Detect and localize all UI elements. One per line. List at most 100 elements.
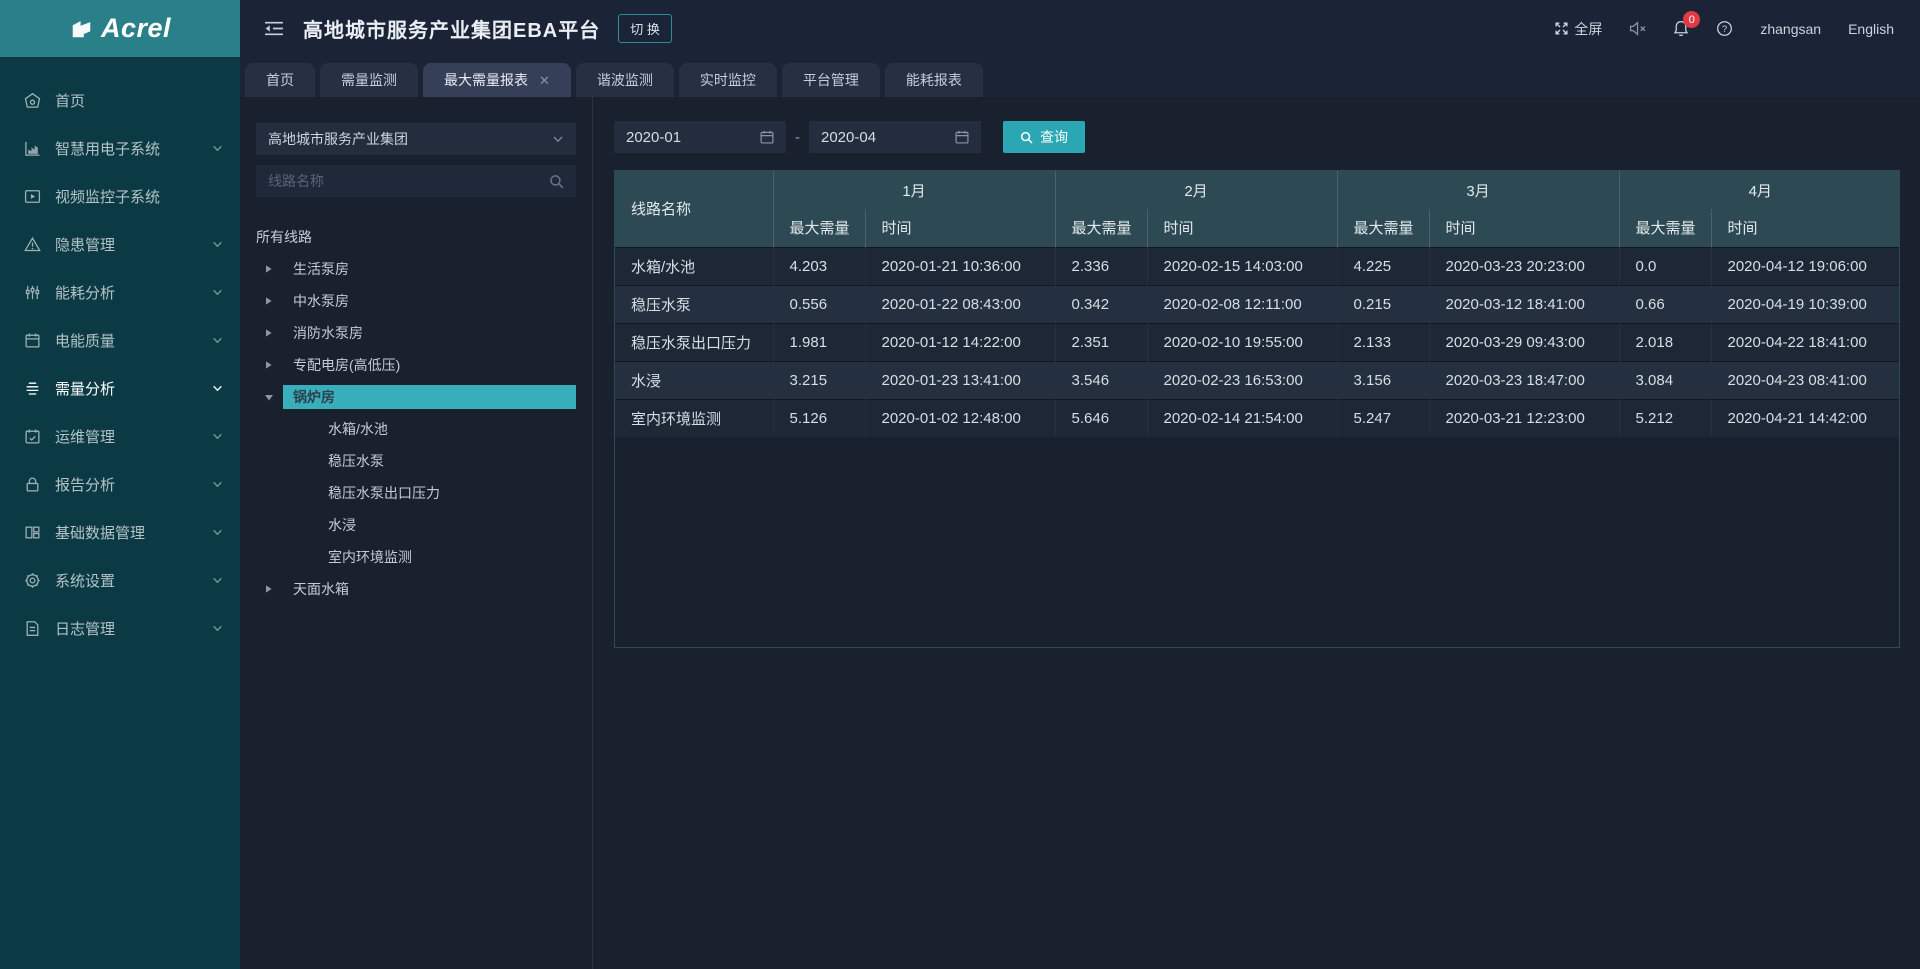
end-date-value: 2020-04 <box>821 129 876 146</box>
caret-right-icon[interactable] <box>264 264 283 274</box>
sidebar-item-list[interactable]: 需量分析 <box>0 364 240 412</box>
caret-right-icon[interactable] <box>264 360 283 370</box>
tree-node-label: 消防水泵房 <box>283 321 373 346</box>
tab-4[interactable]: 谐波监测 <box>576 63 674 97</box>
sidebar-item-warning[interactable]: 隐患管理 <box>0 220 240 268</box>
chevron-down-icon <box>212 479 223 490</box>
collapse-sidebar-icon[interactable] <box>264 20 284 37</box>
language-switch[interactable]: English <box>1848 21 1894 37</box>
max-demand-cell: 0.215 <box>1337 285 1429 323</box>
tree-node[interactable]: 室内环境监测 <box>256 541 576 573</box>
chevron-down-icon <box>212 287 223 298</box>
speaker-muted-icon <box>1629 21 1646 36</box>
tab-2[interactable]: 需量监测 <box>320 63 418 97</box>
tree-node[interactable]: 天面水箱 <box>256 573 576 605</box>
switch-button[interactable]: 切 换 <box>618 14 672 43</box>
max-demand-cell: 5.212 <box>1619 399 1711 437</box>
sidebar-item-calendar[interactable]: 电能质量 <box>0 316 240 364</box>
tab-5[interactable]: 实时监控 <box>679 63 777 97</box>
time-cell: 2020-04-21 14:42:00 <box>1711 399 1900 437</box>
video-icon <box>24 187 42 205</box>
line-name-cell: 水浸 <box>615 361 773 399</box>
sidebar-item-home[interactable]: 首页 <box>0 76 240 124</box>
help-icon: ? <box>1716 20 1733 37</box>
start-date-picker[interactable]: 2020-01 <box>614 121 786 153</box>
sidebar-item-label: 基础数据管理 <box>55 522 145 543</box>
tab-label: 能耗报表 <box>906 70 962 90</box>
table-row: 水浸3.2152020-01-23 13:41:003.5462020-02-2… <box>615 361 1900 399</box>
fullscreen-button[interactable]: 全屏 <box>1554 19 1602 39</box>
sidebar-item-label: 日志管理 <box>55 618 115 639</box>
help-button[interactable]: ? <box>1716 20 1733 37</box>
tree-node[interactable]: 水箱/水池 <box>256 413 576 445</box>
tab-6[interactable]: 平台管理 <box>782 63 880 97</box>
sidebar-item-log[interactable]: 日志管理 <box>0 604 240 652</box>
column-header-month: 3月 <box>1337 171 1619 209</box>
tab-3[interactable]: 最大需量报表 ✕ <box>423 63 571 97</box>
search-icon <box>1020 131 1033 144</box>
line-name-cell: 水箱/水池 <box>615 247 773 285</box>
time-cell: 2020-02-23 16:53:00 <box>1147 361 1337 399</box>
tree-node[interactable]: 锅炉房 <box>256 381 576 413</box>
sidebar-item-lock[interactable]: 报告分析 <box>0 460 240 508</box>
tab-label: 平台管理 <box>803 70 859 90</box>
tree-node[interactable]: 消防水泵房 <box>256 317 576 349</box>
sidebar-item-label: 需量分析 <box>55 378 115 399</box>
tab-label: 最大需量报表 <box>444 70 528 90</box>
query-button[interactable]: 查询 <box>1003 121 1085 153</box>
sidebar-item-calendar-check[interactable]: 运维管理 <box>0 412 240 460</box>
time-cell: 2020-04-19 10:39:00 <box>1711 285 1900 323</box>
tree-node-label: 稳压水泵 <box>318 449 394 474</box>
time-cell: 2020-03-12 18:41:00 <box>1429 285 1619 323</box>
chevron-down-icon <box>212 431 223 442</box>
caret-right-icon[interactable] <box>264 296 283 306</box>
caret-right-icon[interactable] <box>264 584 283 594</box>
sidebar-item-chart[interactable]: 智慧用电子系统 <box>0 124 240 172</box>
max-demand-cell: 2.133 <box>1337 323 1429 361</box>
sidebar-item-database[interactable]: 基础数据管理 <box>0 508 240 556</box>
time-cell: 2020-04-12 19:06:00 <box>1711 247 1900 285</box>
time-cell: 2020-02-10 19:55:00 <box>1147 323 1337 361</box>
caret-down-icon[interactable] <box>264 393 283 402</box>
max-demand-cell: 4.225 <box>1337 247 1429 285</box>
column-header-month: 1月 <box>773 171 1055 209</box>
max-demand-cell: 0.342 <box>1055 285 1147 323</box>
username[interactable]: zhangsan <box>1760 21 1821 37</box>
close-icon[interactable]: ✕ <box>539 74 550 87</box>
caret-right-icon[interactable] <box>264 328 283 338</box>
svg-text:?: ? <box>1722 24 1727 35</box>
time-cell: 2020-01-12 14:22:00 <box>865 323 1055 361</box>
notifications-button[interactable]: 0 <box>1673 20 1689 37</box>
calendar-icon <box>760 130 774 144</box>
tab-7[interactable]: 能耗报表 <box>885 63 983 97</box>
tab-1[interactable]: 首页 <box>245 63 315 97</box>
tree-node[interactable]: 水浸 <box>256 509 576 541</box>
sidebar-item-sliders[interactable]: 能耗分析 <box>0 268 240 316</box>
search-input[interactable] <box>268 173 549 189</box>
end-date-picker[interactable]: 2020-04 <box>809 121 981 153</box>
column-header-month: 4月 <box>1619 171 1900 209</box>
time-cell: 2020-03-21 12:23:00 <box>1429 399 1619 437</box>
tree-node[interactable]: 中水泵房 <box>256 285 576 317</box>
column-header-time: 时间 <box>1147 209 1337 247</box>
tree-node[interactable]: 稳压水泵出口压力 <box>256 477 576 509</box>
header: 高地城市服务产业集团EBA平台 切 换 全屏 <box>240 0 1920 57</box>
max-demand-cell: 3.084 <box>1619 361 1711 399</box>
content: 高地城市服务产业集团 所有线路 生活泵房中水泵房消防水泵房专配电房(高低压)锅炉… <box>240 97 1920 969</box>
mute-button[interactable] <box>1629 21 1646 36</box>
sidebar-item-video[interactable]: 视频监控子系统 <box>0 172 240 220</box>
demand-report-container: 线路名称1月2月3月4月最大需量时间最大需量时间最大需量时间最大需量时间 水箱/… <box>614 170 1900 648</box>
tree-node[interactable]: 稳压水泵 <box>256 445 576 477</box>
tree-root-all-lines[interactable]: 所有线路 <box>256 221 576 253</box>
list-icon <box>24 379 42 397</box>
calendar-icon <box>955 130 969 144</box>
tree-node[interactable]: 生活泵房 <box>256 253 576 285</box>
acrel-logo-icon <box>69 17 94 41</box>
org-select[interactable]: 高地城市服务产业集团 <box>256 123 576 155</box>
sidebar-item-gear[interactable]: 系统设置 <box>0 556 240 604</box>
tree-node[interactable]: 专配电房(高低压) <box>256 349 576 381</box>
max-demand-table: 线路名称1月2月3月4月最大需量时间最大需量时间最大需量时间最大需量时间 水箱/… <box>615 171 1900 437</box>
query-bar: 2020-01 - 2020-04 查询 <box>614 121 1900 153</box>
time-cell: 2020-03-23 20:23:00 <box>1429 247 1619 285</box>
tab-label: 需量监测 <box>341 70 397 90</box>
